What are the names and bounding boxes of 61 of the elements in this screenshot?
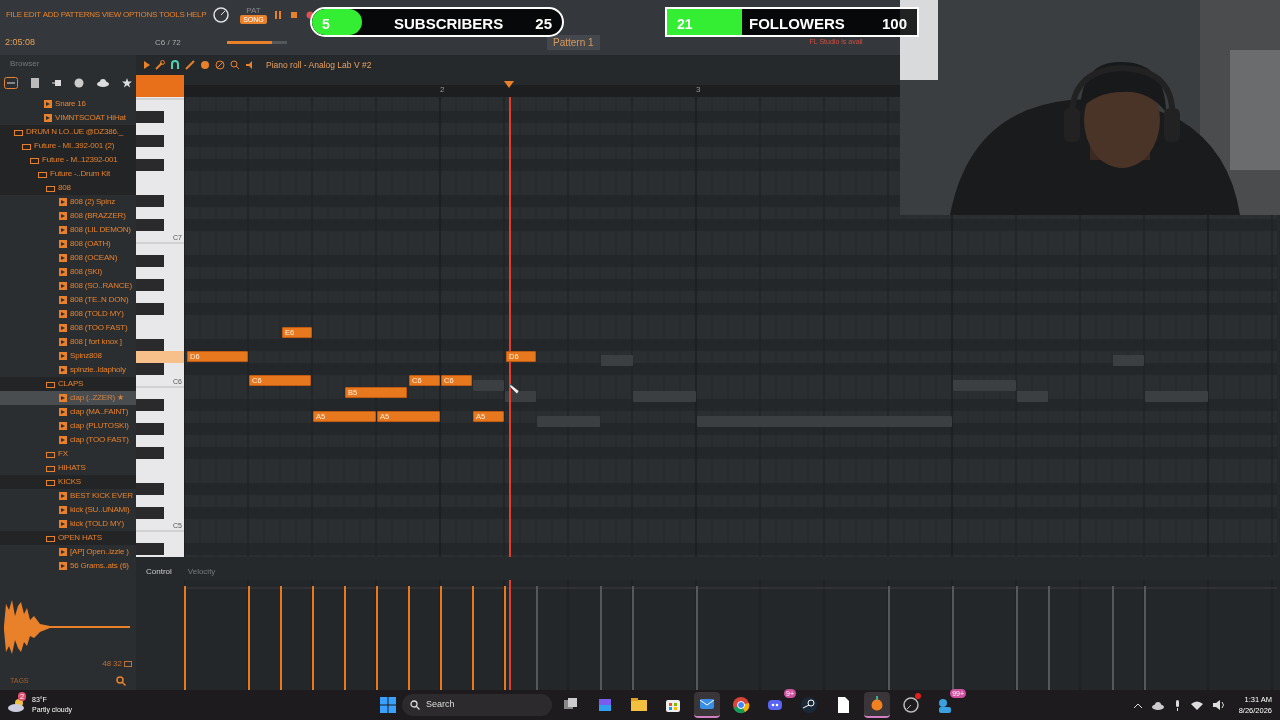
browser-item[interactable]: 808 (2) Spinz (0, 195, 136, 209)
menu-item[interactable]: OPTIONS (123, 9, 157, 21)
counter-goal: 100 (881, 14, 907, 34)
counter-label: SUBSCRIBERS (394, 14, 504, 34)
browser-item[interactable]: 808 (TOLD MY) (0, 307, 136, 321)
browser-item[interactable]: Snare 16 (0, 97, 136, 111)
browser-item[interactable]: 808 (OCEAN) (0, 251, 136, 265)
browser-item[interactable]: 808 (BRAZZER) (0, 209, 136, 223)
browser-item[interactable]: CLAPS (0, 377, 136, 391)
browser-item[interactable]: clap (TOO FAST) (0, 433, 136, 447)
browser-item[interactable]: kick (TOLD MY) (0, 517, 136, 531)
browser-item[interactable]: Spinz808 (0, 349, 136, 363)
browser-item[interactable]: Future -..Drum Kit (0, 167, 136, 181)
piano-roll-title: Piano roll - Analog Lab V #2 (266, 58, 372, 72)
control-target[interactable]: Velocity (187, 565, 216, 578)
sample-rate: 48 (102, 658, 112, 670)
browser-item[interactable]: VIMNTSCOAT HiHat (0, 111, 136, 125)
browser-title: Browser (10, 58, 40, 70)
browser-item[interactable]: OPEN HATS (0, 531, 136, 545)
browser-item[interactable]: BEST KICK EVER (0, 489, 136, 503)
bar-number: 3 (696, 85, 701, 95)
browser-item[interactable]: KICKS (0, 475, 136, 489)
browser-item[interactable]: 808 (0, 181, 136, 195)
menu-item[interactable]: VIEW (101, 9, 122, 21)
browser-item[interactable]: 808 (SKI) (0, 265, 136, 279)
browser-item[interactable]: kick (SU..UNAMI) (0, 503, 136, 517)
browser-item[interactable]: 808 (OATH) (0, 237, 136, 251)
browser-item[interactable]: clap (..ZZER) ★ (0, 391, 136, 405)
counter-value: 5 (322, 15, 330, 34)
browser-item[interactable]: FX (0, 447, 136, 461)
browser-item[interactable]: 56 Grams..ats (6) (0, 559, 136, 573)
browser-item[interactable]: [AP] Open..izzle ) (0, 545, 136, 559)
menu-item[interactable]: TOOLS (159, 9, 185, 21)
menu-item[interactable]: ADD (42, 9, 59, 21)
bar-number: 2 (440, 85, 445, 95)
menu-item[interactable]: HELP (186, 9, 207, 21)
browser-item[interactable]: 808 [ fort knox ] (0, 335, 136, 349)
browser-item[interactable]: 808 (SO..RANCE) (0, 279, 136, 293)
browser-item[interactable]: Future - M..12392-001 (0, 153, 136, 167)
pattern-mode-label: PAT (246, 6, 261, 15)
menu-item[interactable]: EDIT (23, 9, 41, 21)
search-field[interactable]: Search (402, 694, 552, 716)
note-readout: C6 / 72 (155, 36, 182, 49)
menu-item[interactable]: PATTERNS (60, 9, 100, 21)
browser-item[interactable]: clap (PLUTOSKI) (0, 419, 136, 433)
song-time: 2:05:08 (5, 35, 37, 49)
browser-item[interactable]: 808 (LIL DEMON) (0, 223, 136, 237)
browser-item[interactable]: Future - MI..392-001 (2) (0, 139, 136, 153)
menu-item[interactable]: FILE (6, 9, 22, 21)
browser-item[interactable]: 808 (TE..N DON) (0, 293, 136, 307)
control-label[interactable]: Control (146, 565, 172, 578)
pattern-selector[interactable]: Pattern 1 (547, 35, 600, 50)
counter-value: 21 (677, 15, 693, 34)
browser-item[interactable]: HIHATS (0, 461, 136, 475)
browser-item[interactable]: clap (MA..FAINT) (0, 405, 136, 419)
browser-item[interactable]: spinzie..ldapholy (0, 363, 136, 377)
counter-label: FOLLOWERS (749, 14, 845, 34)
bit-depth: 32 (113, 658, 122, 670)
counter-goal: 25 (535, 14, 552, 34)
browser-item[interactable]: 808 (TOO FAST) (0, 321, 136, 335)
browser-item[interactable]: DRUM N LO..UE @DZ386._ (0, 125, 136, 139)
